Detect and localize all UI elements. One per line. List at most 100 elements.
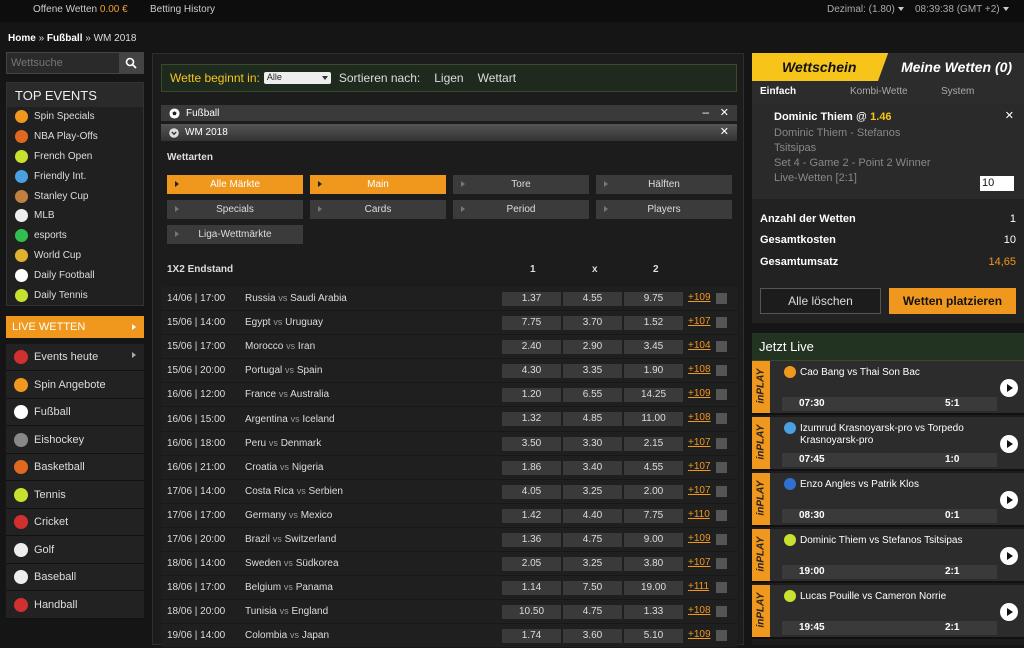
live-event-card[interactable]: inPLAY Izumrud Krasnoyarsk-pro vs Torpedo… <box>752 417 1024 471</box>
odds-button[interactable]: 2.15 <box>624 436 683 451</box>
match-teams[interactable]: Sweden vs Südkorea <box>245 558 339 569</box>
top-event-item[interactable]: Spin Specials <box>7 107 143 127</box>
match-teams[interactable]: Morocco vs Iran <box>245 341 315 352</box>
tab-betslip[interactable]: Wettschein <box>782 59 856 75</box>
stake-input[interactable]: 10 <box>980 176 1014 191</box>
stats-icon[interactable] <box>716 630 727 642</box>
odds-button[interactable]: 3.30 <box>563 436 622 451</box>
odds-button[interactable]: 2.05 <box>502 557 561 572</box>
odds-button[interactable]: 4.75 <box>563 605 622 620</box>
match-teams[interactable]: Egypt vs Uruguay <box>245 317 323 328</box>
sport-header[interactable]: Fußball – ✕ <box>161 105 737 121</box>
stats-icon[interactable] <box>716 509 727 521</box>
odds-button[interactable]: 14.25 <box>624 388 683 403</box>
play-icon[interactable] <box>1000 435 1018 453</box>
sort-by-leagues[interactable]: Ligen <box>434 71 463 85</box>
more-markets-link[interactable]: +110 <box>688 509 710 520</box>
play-icon[interactable] <box>1000 547 1018 565</box>
more-markets-link[interactable]: +104 <box>688 340 711 351</box>
live-event-card[interactable]: inPLAY Lucas Pouille vs Cameron Norrie 19:… <box>752 585 1024 639</box>
open-bets[interactable]: Offene Wetten 0.00 € <box>33 4 128 15</box>
match-teams[interactable]: Peru vs Denmark <box>245 438 321 449</box>
more-markets-link[interactable]: +107 <box>688 557 711 568</box>
league-header[interactable]: WM 2018 ✕ <box>161 124 737 141</box>
more-markets-link[interactable]: +107 <box>688 437 711 448</box>
play-icon[interactable] <box>1000 491 1018 509</box>
odds-button[interactable]: 1.37 <box>502 292 561 306</box>
odds-button[interactable]: 3.50 <box>502 436 561 451</box>
odds-button[interactable]: 3.25 <box>563 557 622 572</box>
top-event-item[interactable]: NBA Play-Offs <box>7 127 143 147</box>
live-betting-button[interactable]: LIVE WETTEN <box>6 315 144 338</box>
stats-icon[interactable] <box>716 317 727 329</box>
sidebar-item-sport[interactable]: Baseball <box>6 563 144 592</box>
odds-button[interactable]: 7.75 <box>502 316 561 331</box>
sidebar-item-sport[interactable]: Golf <box>6 536 144 564</box>
more-markets-link[interactable]: +107 <box>688 316 711 327</box>
odds-button[interactable]: 7.75 <box>624 508 683 523</box>
match-teams[interactable]: France vs Australia <box>245 389 329 400</box>
stats-icon[interactable] <box>716 533 727 545</box>
top-event-item[interactable]: Stanley Cup <box>7 186 143 206</box>
match-teams[interactable]: Costa Rica vs Serbien <box>245 486 343 497</box>
tab-my-bets[interactable]: Meine Wetten (0) <box>878 53 1024 81</box>
market-filter-button[interactable]: Period <box>453 200 589 219</box>
odds-button[interactable]: 3.45 <box>624 340 683 355</box>
market-filter-button[interactable]: Specials <box>167 200 303 219</box>
odds-button[interactable]: 1.36 <box>502 532 561 547</box>
match-teams[interactable]: Portugal vs Spain <box>245 365 322 376</box>
odds-button[interactable]: 3.40 <box>563 460 622 475</box>
stats-icon[interactable] <box>716 293 727 304</box>
more-markets-link[interactable]: +107 <box>688 461 711 472</box>
odds-button[interactable]: 2.90 <box>563 340 622 355</box>
odds-button[interactable]: 3.25 <box>563 484 622 499</box>
match-teams[interactable]: Argentina vs Iceland <box>245 414 335 425</box>
stats-icon[interactable] <box>716 365 727 377</box>
odds-button[interactable]: 1.90 <box>624 364 683 379</box>
more-markets-link[interactable]: +108 <box>688 605 711 616</box>
breadcrumb-sport[interactable]: Fußball <box>47 33 83 44</box>
close-icon[interactable]: ✕ <box>720 125 729 138</box>
odds-button[interactable]: 9.75 <box>624 292 683 306</box>
market-filter-button[interactable]: Alle Märkte <box>167 175 303 194</box>
top-event-item[interactable]: MLB <box>7 206 143 226</box>
more-markets-link[interactable]: +111 <box>688 581 709 592</box>
odds-button[interactable]: 4.05 <box>502 484 561 499</box>
stats-icon[interactable] <box>716 485 727 497</box>
odds-button[interactable]: 7.50 <box>563 581 622 596</box>
odds-button[interactable]: 11.00 <box>624 412 683 427</box>
match-teams[interactable]: Colombia vs Japan <box>245 630 329 641</box>
odds-button[interactable]: 3.80 <box>624 557 683 572</box>
tab-single[interactable]: Einfach <box>760 86 796 97</box>
odds-button[interactable]: 3.70 <box>563 316 622 331</box>
odds-format-dropdown[interactable]: Dezimal: (1.80) <box>827 4 904 15</box>
stats-icon[interactable] <box>716 582 727 594</box>
stats-icon[interactable] <box>716 606 727 618</box>
stats-icon[interactable] <box>716 413 727 425</box>
sidebar-item-sport[interactable]: Tennis <box>6 481 144 509</box>
live-event-card[interactable]: inPLAY Dominic Thiem vs Stefanos Tsitsipa… <box>752 529 1024 583</box>
odds-button[interactable]: 2.40 <box>502 340 561 355</box>
tab-system[interactable]: System <box>941 86 974 97</box>
timezone-dropdown[interactable]: 08:39:38 (GMT +2) <box>915 4 1009 15</box>
stats-icon[interactable] <box>716 461 727 473</box>
odds-button[interactable]: 6.55 <box>563 388 622 403</box>
odds-button[interactable]: 1.14 <box>502 581 561 596</box>
close-icon[interactable]: ✕ <box>720 106 729 119</box>
more-markets-link[interactable]: +109 <box>688 533 711 544</box>
top-event-item[interactable]: Daily Football <box>7 265 143 285</box>
place-bets-button[interactable]: Wetten platzieren <box>889 288 1016 314</box>
odds-button[interactable]: 1.32 <box>502 412 561 427</box>
odds-button[interactable]: 10.50 <box>502 605 561 620</box>
odds-button[interactable]: 1.52 <box>624 316 683 331</box>
match-teams[interactable]: Russia vs Saudi Arabia <box>245 293 347 304</box>
sort-by-bet-type[interactable]: Wettart <box>478 71 516 85</box>
play-icon[interactable] <box>1000 379 1018 397</box>
odds-button[interactable]: 1.86 <box>502 460 561 475</box>
clear-all-button[interactable]: Alle löschen <box>760 288 881 314</box>
market-filter-button[interactable]: Main <box>310 175 446 194</box>
betting-history-link[interactable]: Betting History <box>150 4 215 15</box>
more-markets-link[interactable]: +108 <box>688 364 711 375</box>
live-event-card[interactable]: inPLAY Enzo Angles vs Patrik Klos 08:30 0:1 <box>752 473 1024 527</box>
odds-button[interactable]: 4.85 <box>563 412 622 427</box>
